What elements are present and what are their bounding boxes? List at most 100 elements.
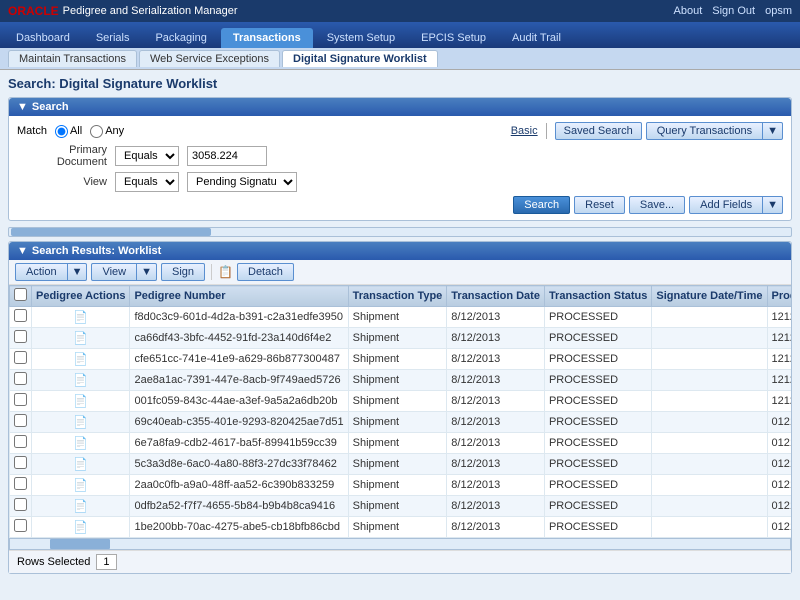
row-checkbox[interactable] bbox=[14, 498, 27, 511]
row-checkbox[interactable] bbox=[14, 351, 27, 364]
pedigree-action-icon[interactable]: 📄 bbox=[73, 478, 88, 492]
primary-doc-value[interactable] bbox=[187, 146, 267, 166]
th-pedigree-actions[interactable]: Pedigree Actions bbox=[32, 286, 130, 307]
subtab-web-service[interactable]: Web Service Exceptions bbox=[139, 50, 280, 67]
save-button[interactable]: Save... bbox=[629, 196, 685, 214]
row-checkbox[interactable] bbox=[14, 435, 27, 448]
saved-search-button[interactable]: Saved Search bbox=[555, 122, 642, 140]
pedigree-action-icon[interactable]: 📄 bbox=[73, 352, 88, 366]
row-checkbox-cell[interactable] bbox=[10, 433, 32, 454]
nav-tab-packaging[interactable]: Packaging bbox=[143, 28, 218, 48]
row-checkbox-cell[interactable] bbox=[10, 475, 32, 496]
row-checkbox[interactable] bbox=[14, 309, 27, 322]
pedigree-action-icon[interactable]: 📄 bbox=[73, 499, 88, 513]
pedigree-action-cell[interactable]: 📄 bbox=[32, 328, 130, 349]
transaction-status-cell: PROCESSED bbox=[544, 370, 651, 391]
pedigree-action-icon[interactable]: 📄 bbox=[73, 520, 88, 534]
pedigree-action-icon[interactable]: 📄 bbox=[73, 415, 88, 429]
table-scroll-area[interactable]: Pedigree Actions Pedigree Number Transac… bbox=[9, 285, 791, 538]
row-checkbox-cell[interactable] bbox=[10, 349, 32, 370]
pedigree-action-cell[interactable]: 📄 bbox=[32, 412, 130, 433]
table-row: 📄 69c40eab-c355-401e-9293-820425ae7d51 S… bbox=[10, 412, 792, 433]
th-transaction-date[interactable]: Transaction Date bbox=[447, 286, 545, 307]
reset-button[interactable]: Reset bbox=[574, 196, 625, 214]
select-all-checkbox[interactable] bbox=[14, 288, 27, 301]
th-signature-datetime[interactable]: Signature Date/Time bbox=[652, 286, 767, 307]
search-panel-body: Match All Any Basic Saved Search Q bbox=[9, 116, 791, 220]
results-collapse-icon[interactable]: ▼ bbox=[17, 245, 28, 257]
row-checkbox-cell[interactable] bbox=[10, 328, 32, 349]
nav-tab-system-setup[interactable]: System Setup bbox=[315, 28, 407, 48]
add-fields-button[interactable]: Add Fields bbox=[689, 196, 763, 214]
th-transaction-type[interactable]: Transaction Type bbox=[348, 286, 447, 307]
query-transactions-button[interactable]: Query Transactions bbox=[646, 122, 763, 140]
pedigree-number-cell: ca66df43-3bfc-4452-91fd-23a140d6f4e2 bbox=[130, 328, 348, 349]
pedigree-action-icon[interactable]: 📄 bbox=[73, 457, 88, 471]
pedigree-action-icon[interactable]: 📄 bbox=[73, 436, 88, 450]
pedigree-action-cell[interactable]: 📄 bbox=[32, 475, 130, 496]
primary-doc-operator[interactable]: Equals bbox=[115, 146, 179, 166]
pedigree-action-icon[interactable]: 📄 bbox=[73, 331, 88, 345]
pedigree-action-cell[interactable]: 📄 bbox=[32, 517, 130, 538]
search-button[interactable]: Search bbox=[513, 196, 570, 214]
nav-tab-epcis-setup[interactable]: EPCIS Setup bbox=[409, 28, 498, 48]
results-toolbar: Action ▼ View ▼ Sign 📋 Detach bbox=[9, 260, 791, 285]
search-panel: ▼ Search Match All Any Basic bbox=[8, 97, 792, 221]
sign-button[interactable]: Sign bbox=[161, 263, 205, 281]
table-bottom-scrollbar[interactable] bbox=[9, 538, 791, 550]
match-any-radio[interactable] bbox=[90, 125, 103, 138]
horizontal-scrollbar[interactable] bbox=[8, 227, 792, 237]
basic-btn[interactable]: Basic bbox=[511, 125, 538, 137]
th-product-code[interactable]: Product Code bbox=[767, 286, 791, 307]
pedigree-action-cell[interactable]: 📄 bbox=[32, 391, 130, 412]
nav-tab-dashboard[interactable]: Dashboard bbox=[4, 28, 82, 48]
search-collapse-icon[interactable]: ▼ bbox=[17, 101, 28, 113]
row-checkbox-cell[interactable] bbox=[10, 307, 32, 328]
row-checkbox-cell[interactable] bbox=[10, 517, 32, 538]
add-fields-dropdown[interactable]: ▼ bbox=[763, 196, 783, 214]
row-checkbox[interactable] bbox=[14, 477, 27, 490]
row-checkbox-cell[interactable] bbox=[10, 496, 32, 517]
th-transaction-status[interactable]: Transaction Status bbox=[544, 286, 651, 307]
row-checkbox[interactable] bbox=[14, 456, 27, 469]
pedigree-action-cell[interactable]: 📄 bbox=[32, 433, 130, 454]
nav-tab-transactions[interactable]: Transactions bbox=[221, 28, 313, 48]
match-all-radio[interactable] bbox=[55, 125, 68, 138]
pedigree-action-cell[interactable]: 📄 bbox=[32, 496, 130, 517]
match-any-label[interactable]: Any bbox=[90, 125, 124, 138]
transaction-status-cell: PROCESSED bbox=[544, 517, 651, 538]
action-button[interactable]: Action bbox=[15, 263, 68, 281]
action-dropdown[interactable]: ▼ bbox=[68, 263, 88, 281]
pedigree-action-cell[interactable]: 📄 bbox=[32, 307, 130, 328]
about-link[interactable]: About bbox=[674, 5, 703, 17]
subtab-digital-sig[interactable]: Digital Signature Worklist bbox=[282, 50, 438, 67]
pedigree-action-cell[interactable]: 📄 bbox=[32, 349, 130, 370]
view-operator[interactable]: Equals bbox=[115, 172, 179, 192]
pedigree-action-icon[interactable]: 📄 bbox=[73, 310, 88, 324]
row-checkbox[interactable] bbox=[14, 372, 27, 385]
row-checkbox[interactable] bbox=[14, 330, 27, 343]
row-checkbox-cell[interactable] bbox=[10, 391, 32, 412]
match-all-label[interactable]: All bbox=[55, 125, 82, 138]
row-checkbox-cell[interactable] bbox=[10, 454, 32, 475]
row-checkbox-cell[interactable] bbox=[10, 370, 32, 391]
th-checkbox[interactable] bbox=[10, 286, 32, 307]
detach-button[interactable]: Detach bbox=[237, 263, 294, 281]
nav-tab-serials[interactable]: Serials bbox=[84, 28, 142, 48]
row-checkbox[interactable] bbox=[14, 414, 27, 427]
pedigree-action-cell[interactable]: 📄 bbox=[32, 370, 130, 391]
view-button[interactable]: View bbox=[91, 263, 137, 281]
query-transactions-dropdown[interactable]: ▼ bbox=[763, 122, 783, 140]
th-pedigree-number[interactable]: Pedigree Number bbox=[130, 286, 348, 307]
pedigree-action-cell[interactable]: 📄 bbox=[32, 454, 130, 475]
nav-tab-audit-trail[interactable]: Audit Trail bbox=[500, 28, 573, 48]
pedigree-action-icon[interactable]: 📄 bbox=[73, 373, 88, 387]
row-checkbox[interactable] bbox=[14, 519, 27, 532]
pedigree-action-icon[interactable]: 📄 bbox=[73, 394, 88, 408]
row-checkbox[interactable] bbox=[14, 393, 27, 406]
row-checkbox-cell[interactable] bbox=[10, 412, 32, 433]
subtab-maintain[interactable]: Maintain Transactions bbox=[8, 50, 137, 67]
view-dropdown[interactable]: ▼ bbox=[137, 263, 157, 281]
view-value[interactable]: Pending Signature bbox=[187, 172, 297, 192]
signout-link[interactable]: Sign Out bbox=[712, 5, 755, 17]
